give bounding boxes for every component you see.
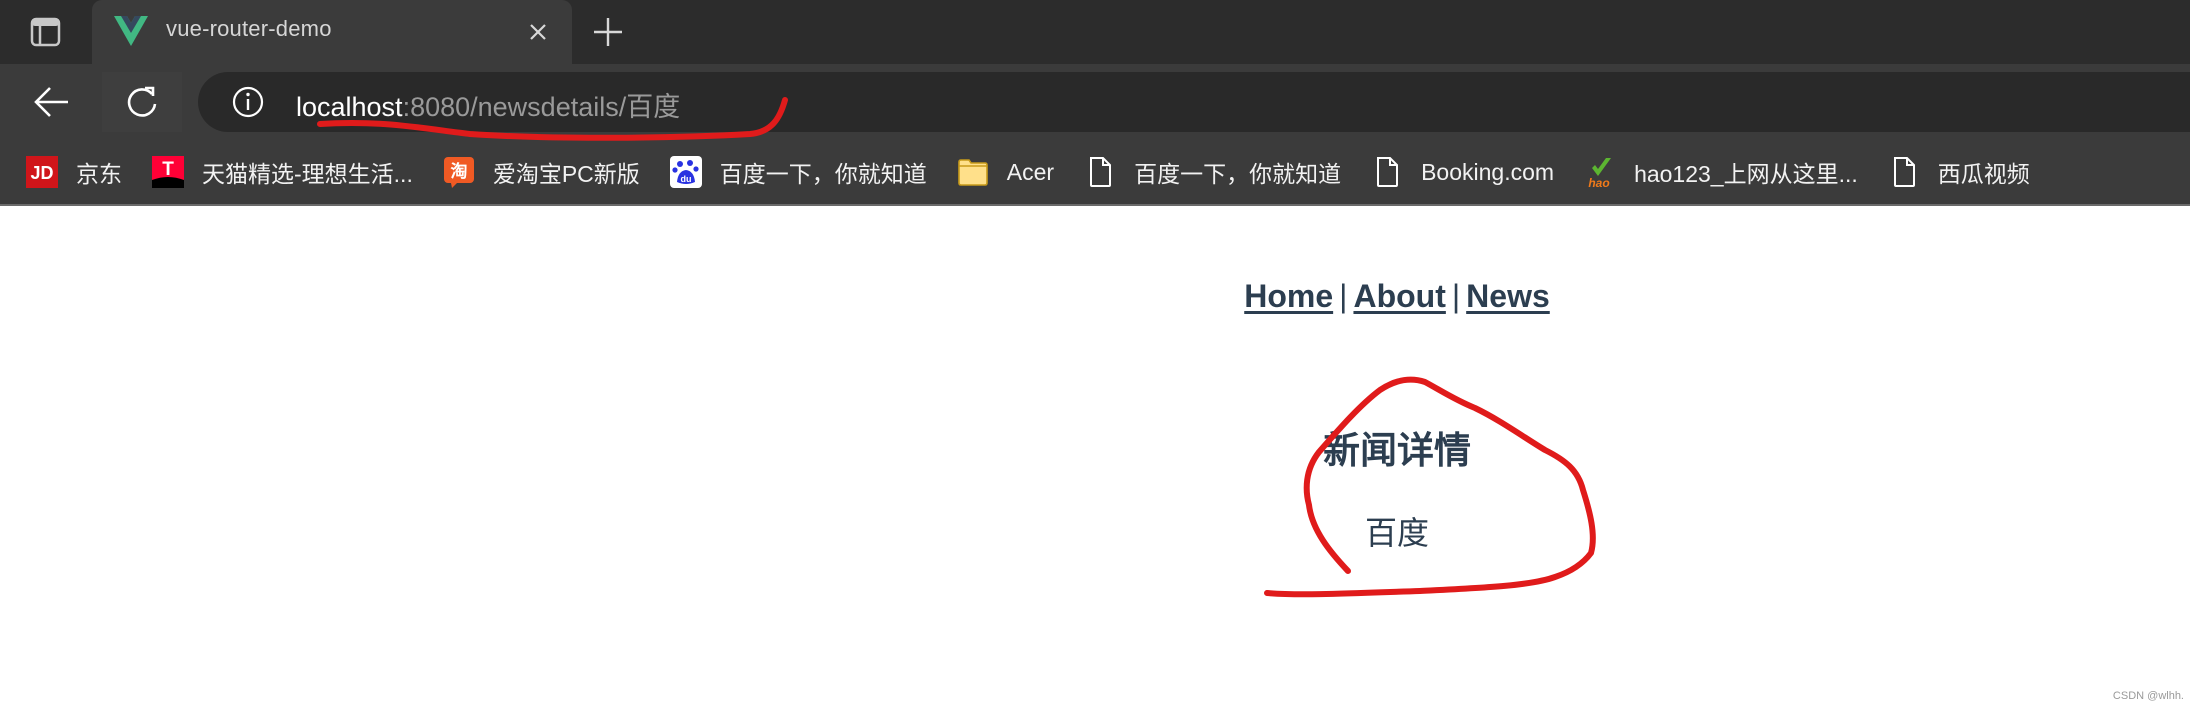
nav-link-news[interactable]: News [1466,278,1550,314]
nav-separator: | [1451,278,1461,314]
bookmark-taobao[interactable]: 淘 爱淘宝PC新版 [443,152,640,192]
svg-text:du: du [680,174,691,184]
back-arrow-icon[interactable] [32,84,72,120]
hao123-icon: hao [1588,158,1612,188]
bookmarks-bar: JD 京东 T 天猫精选-理想生活... 淘 爱淘宝PC新版 du 百度一下，你… [0,140,2190,204]
toolbar: localhost:8080/newsdetails/百度 [0,64,2190,140]
nav-link-about[interactable]: About [1353,278,1445,314]
watermark: CSDN @wlhh. [2112,690,2184,702]
bookmark-hao123[interactable]: hao hao123_上网从这里... [1584,152,1858,192]
plus-icon[interactable] [590,14,626,50]
page-icon [1090,157,1112,187]
jd-icon: JD [26,156,58,188]
page-icon [1377,157,1399,187]
tmall-icon: T [152,156,184,188]
tab-title: vue-router-demo [166,16,332,41]
close-icon[interactable] [524,18,552,46]
nav-link-home[interactable]: Home [1244,278,1333,314]
url-path: :8080/newsdetails/百度 [402,92,681,122]
baidu-icon: du [669,156,702,188]
bookmark-baidu[interactable]: du 百度一下，你就知道 [669,152,927,192]
news-detail-heading: 新闻详情 [1323,429,1471,472]
svg-text:T: T [162,159,174,180]
reload-icon [127,86,157,117]
page-content: Home | About | News 新闻详情 百度 [0,206,2190,708]
bookmark-folder-acer[interactable]: Acer [957,152,1054,192]
tab-strip: vue-router-demo [0,0,2190,64]
info-icon[interactable] [232,86,264,118]
router-nav: Home | About | News [0,278,2190,315]
news-detail-text: 百度 [1364,514,1429,552]
page-icon [1893,157,1915,187]
bookmark-xigua[interactable]: 西瓜视频 [1888,152,2030,192]
bookmark-booking[interactable]: Booking.com [1371,152,1554,192]
taobao-icon: 淘 [443,157,474,188]
sidebar-icon [30,17,61,47]
address-bar[interactable]: localhost:8080/newsdetails/百度 [198,72,2190,132]
vue-logo-icon [114,16,148,46]
svg-text:淘: 淘 [450,161,467,182]
svg-text:JD: JD [30,163,53,183]
bookmark-jd[interactable]: JD 京东 [26,152,122,192]
bookmark-tmall[interactable]: T 天猫精选-理想生活... [152,152,413,192]
bookmark-baidu-2[interactable]: 百度一下，你就知道 [1084,152,1341,192]
active-tab[interactable]: vue-router-demo [92,0,572,64]
reload-button[interactable] [102,72,182,132]
url-text[interactable]: localhost:8080/newsdetails/百度 [296,85,680,124]
nav-separator: | [1339,278,1348,314]
tab-actions-button[interactable] [28,16,64,48]
url-host: localhost [296,92,403,122]
svg-text:hao: hao [1588,176,1609,188]
folder-icon [957,159,988,186]
